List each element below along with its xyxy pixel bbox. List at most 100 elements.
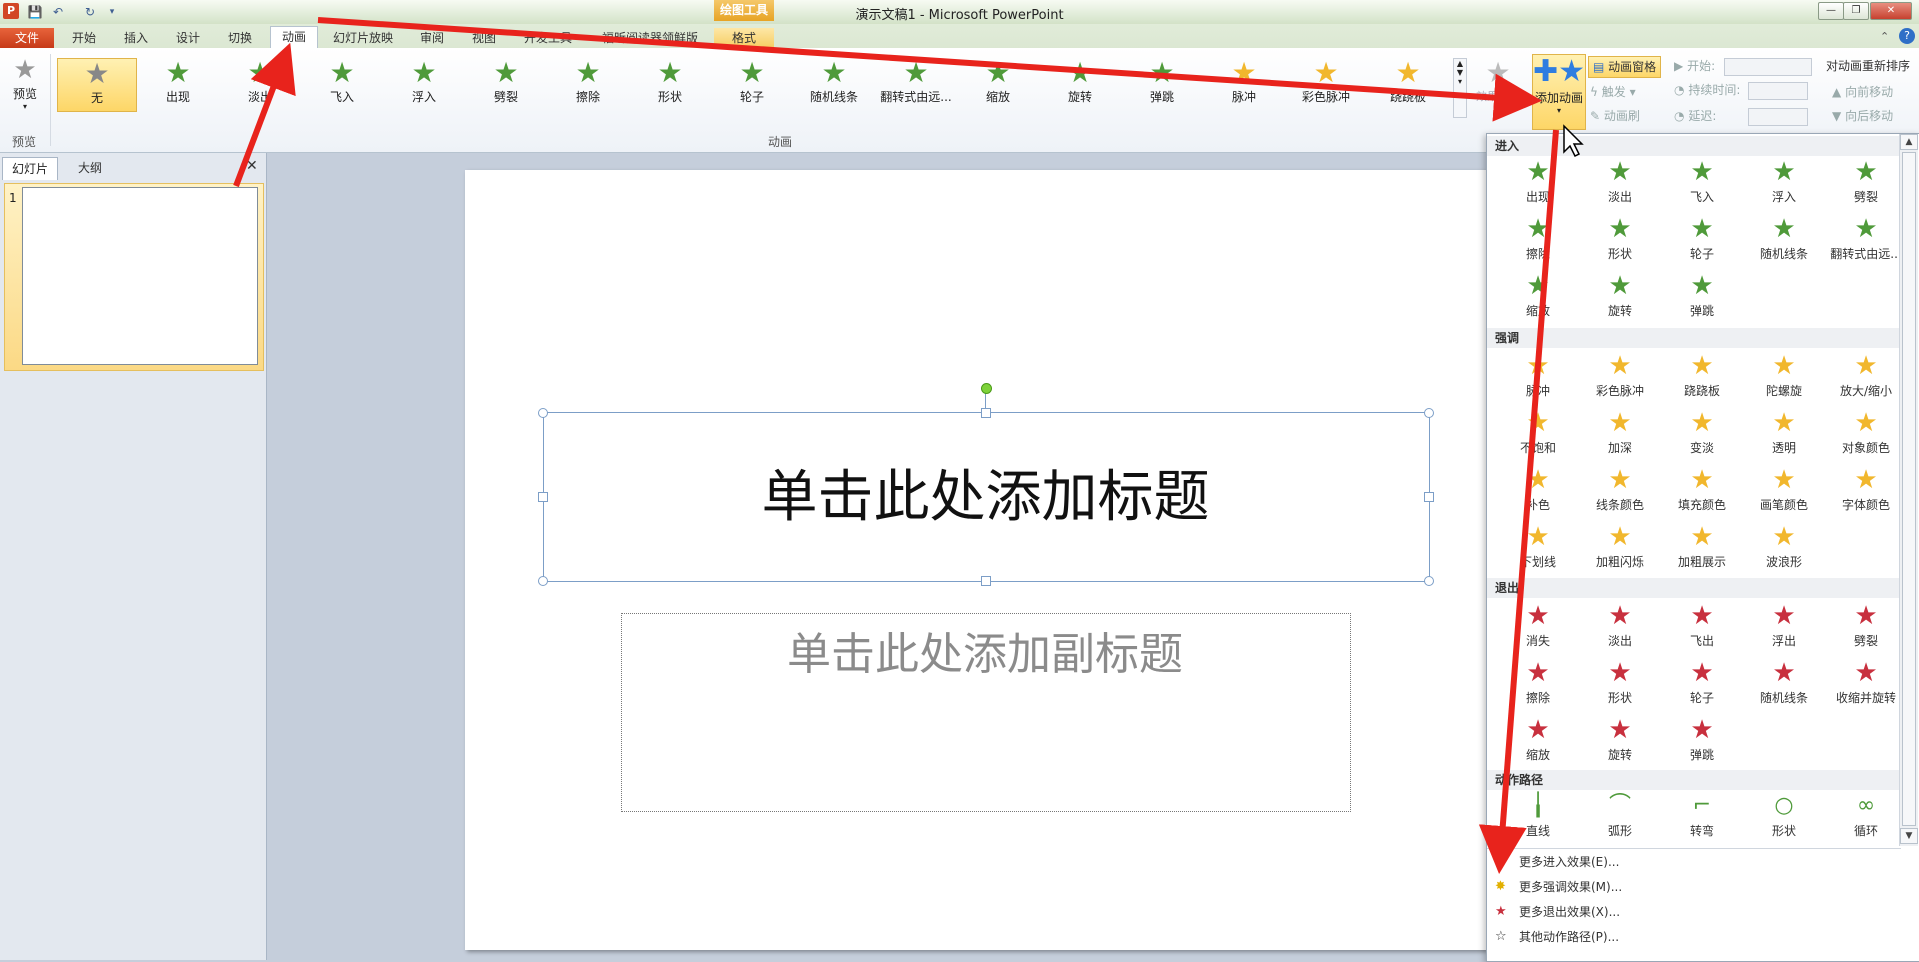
path-effect-item[interactable]: ⌐ 转弯 xyxy=(1661,790,1743,846)
tab-foxit-reader[interactable]: 福昕阅读器领鲜版 xyxy=(592,28,708,48)
undo-icon[interactable]: ↶ xyxy=(50,4,66,20)
resize-handle[interactable] xyxy=(981,576,991,586)
ribbon-effect-item[interactable]: ★ 缩放 xyxy=(959,58,1037,110)
emph-effect-item[interactable]: ★ 波浪形 xyxy=(1743,521,1825,577)
emph-effect-item[interactable]: ★ 跷跷板 xyxy=(1661,350,1743,406)
enter-effect-item[interactable]: ★ 形状 xyxy=(1579,213,1661,269)
emph-effect-item[interactable]: ★ 填充颜色 xyxy=(1661,464,1743,520)
tab-design[interactable]: 设计 xyxy=(166,28,210,48)
emph-effect-item[interactable]: ★ 陀螺旋 xyxy=(1743,350,1825,406)
ribbon-effect-item[interactable]: ★ 飞入 xyxy=(303,58,381,110)
powerpoint-icon[interactable]: P xyxy=(3,3,19,19)
emph-effect-item[interactable]: ★ 对象颜色 xyxy=(1825,407,1907,463)
tab-home[interactable]: 开始 xyxy=(62,28,106,48)
exit-effect-item[interactable]: ★ 随机线条 xyxy=(1743,657,1825,713)
animation-painter-button[interactable]: ✎ 动画刷 xyxy=(1590,106,1640,126)
path-effect-item[interactable]: ○ 形状 xyxy=(1743,790,1825,846)
close-panel-icon[interactable]: ✕ xyxy=(246,158,258,174)
save-icon[interactable]: 💾 xyxy=(27,4,43,20)
tab-outline[interactable]: 大纲 xyxy=(60,157,120,179)
resize-handle[interactable] xyxy=(538,576,548,586)
gallery-scroll[interactable]: ▲ ▼ ▾ xyxy=(1453,58,1467,118)
enter-effect-item[interactable]: ★ 随机线条 xyxy=(1743,213,1825,269)
add-animation-button[interactable]: ✚★ 添加动画 ▾ xyxy=(1532,54,1586,130)
ribbon-effect-item[interactable]: ★ 浮入 xyxy=(385,58,463,110)
tab-file[interactable]: 文件 xyxy=(0,28,54,48)
animation-pane-button[interactable]: ▤ 动画窗格 xyxy=(1588,56,1662,78)
emph-effect-item[interactable]: ★ 彩色脉冲 xyxy=(1579,350,1661,406)
enter-effect-item[interactable]: ★ 翻转式由远... xyxy=(1825,213,1907,269)
emph-effect-item[interactable]: ★ 变淡 xyxy=(1661,407,1743,463)
tab-slides[interactable]: 幻灯片 xyxy=(2,157,58,180)
emph-effect-item[interactable]: ★ 透明 xyxy=(1743,407,1825,463)
ribbon-effect-item[interactable]: ★ 弹跳 xyxy=(1123,58,1201,110)
enter-effect-item[interactable]: ★ 轮子 xyxy=(1661,213,1743,269)
tab-transitions[interactable]: 切换 xyxy=(218,28,262,48)
exit-effect-item[interactable]: ★ 弹跳 xyxy=(1661,714,1743,770)
tab-format[interactable]: 格式 xyxy=(714,28,774,48)
restore-button[interactable]: ❐ xyxy=(1843,2,1869,20)
exit-effect-item[interactable]: ★ 轮子 xyxy=(1661,657,1743,713)
scroll-down-icon[interactable]: ▼ xyxy=(1900,828,1918,844)
rotate-handle[interactable] xyxy=(981,383,992,394)
emph-effect-item[interactable]: ★ 加深 xyxy=(1579,407,1661,463)
tab-review[interactable]: 审阅 xyxy=(410,28,454,48)
exit-effect-item[interactable]: ★ 收缩并旋转 xyxy=(1825,657,1907,713)
exit-effect-item[interactable]: ★ 缩放 xyxy=(1497,714,1579,770)
path-effect-item[interactable]: ⌒ 弧形 xyxy=(1579,790,1661,846)
collapse-ribbon-icon[interactable]: ⌃ xyxy=(1880,30,1889,43)
enter-effect-item[interactable]: ★ 浮入 xyxy=(1743,156,1825,212)
enter-effect-item[interactable]: ★ 淡出 xyxy=(1579,156,1661,212)
emph-effect-item[interactable]: ★ 字体颜色 xyxy=(1825,464,1907,520)
resize-handle[interactable] xyxy=(1424,492,1434,502)
ribbon-effect-item[interactable]: ★ 形状 xyxy=(631,58,709,110)
emph-effect-item[interactable]: ★ 脉冲 xyxy=(1497,350,1579,406)
enter-effect-item[interactable]: ★ 缩放 xyxy=(1497,270,1579,326)
start-select[interactable] xyxy=(1724,58,1812,76)
exit-effect-item[interactable]: ★ 消失 xyxy=(1497,600,1579,656)
redo-icon[interactable]: ↻ xyxy=(82,4,98,20)
customize-qat-icon[interactable]: ▾ xyxy=(104,4,120,20)
exit-effect-item[interactable]: ★ 擦除 xyxy=(1497,657,1579,713)
tab-animations[interactable]: 动画 xyxy=(270,26,318,49)
exit-effect-item[interactable]: ★ 形状 xyxy=(1579,657,1661,713)
preview-button[interactable]: ★ 预览 ▾ xyxy=(8,55,42,111)
tab-view[interactable]: 视图 xyxy=(462,28,506,48)
emph-effect-item[interactable]: ★ 下划线 xyxy=(1497,521,1579,577)
resize-handle[interactable] xyxy=(1424,408,1434,418)
ribbon-effect-item[interactable]: ★ 淡出 xyxy=(221,58,299,110)
emph-effect-item[interactable]: ★ 不饱和 xyxy=(1497,407,1579,463)
enter-effect-item[interactable]: ★ 旋转 xyxy=(1579,270,1661,326)
ribbon-effect-item[interactable]: ★ 出现 xyxy=(139,58,217,110)
other-motion-paths-link[interactable]: ☆ 其他动作路径(P)... xyxy=(1487,925,1919,949)
resize-handle[interactable] xyxy=(981,408,991,418)
emph-effect-item[interactable]: ★ 补色 xyxy=(1497,464,1579,520)
delay-input[interactable] xyxy=(1748,108,1808,126)
duration-input[interactable] xyxy=(1748,82,1808,100)
ribbon-effect-item[interactable]: ★ 无 xyxy=(57,58,137,112)
slide-thumbnail[interactable] xyxy=(22,187,258,365)
move-earlier-button[interactable]: ▲ 向前移动 xyxy=(1832,82,1893,102)
more-entrance-effects-link[interactable]: ★ 更多进入效果(E)... xyxy=(1487,850,1919,874)
resize-handle[interactable] xyxy=(1424,576,1434,586)
dropdown-scrollbar[interactable]: ▲ ▼ xyxy=(1899,134,1918,846)
more-emphasis-effects-link[interactable]: ✸ 更多强调效果(M)... xyxy=(1487,875,1919,899)
trigger-button[interactable]: ϟ 触发 ▾ xyxy=(1590,82,1636,102)
ribbon-effect-item[interactable]: ★ 跷跷板 xyxy=(1369,58,1447,110)
exit-effect-item[interactable]: ★ 淡出 xyxy=(1579,600,1661,656)
exit-effect-item[interactable]: ★ 旋转 xyxy=(1579,714,1661,770)
ribbon-effect-item[interactable]: ★ 轮子 xyxy=(713,58,791,110)
minimize-button[interactable]: — xyxy=(1818,2,1844,20)
tab-developer[interactable]: 开发工具 xyxy=(515,28,581,48)
scroll-up-icon[interactable]: ▲ xyxy=(1900,134,1918,150)
emph-effect-item[interactable]: ★ 加粗展示 xyxy=(1661,521,1743,577)
title-placeholder-text[interactable]: 单击此处添加标题 xyxy=(543,452,1428,533)
ribbon-effect-item[interactable]: ★ 脉冲 xyxy=(1205,58,1283,110)
ribbon-effect-item[interactable]: ★ 随机线条 xyxy=(795,58,873,110)
exit-effect-item[interactable]: ★ 浮出 xyxy=(1743,600,1825,656)
enter-effect-item[interactable]: ★ 飞入 xyxy=(1661,156,1743,212)
exit-effect-item[interactable]: ★ 飞出 xyxy=(1661,600,1743,656)
resize-handle[interactable] xyxy=(538,492,548,502)
ribbon-effect-item[interactable]: ★ 彩色脉冲 xyxy=(1287,58,1365,110)
tab-insert[interactable]: 插入 xyxy=(114,28,158,48)
